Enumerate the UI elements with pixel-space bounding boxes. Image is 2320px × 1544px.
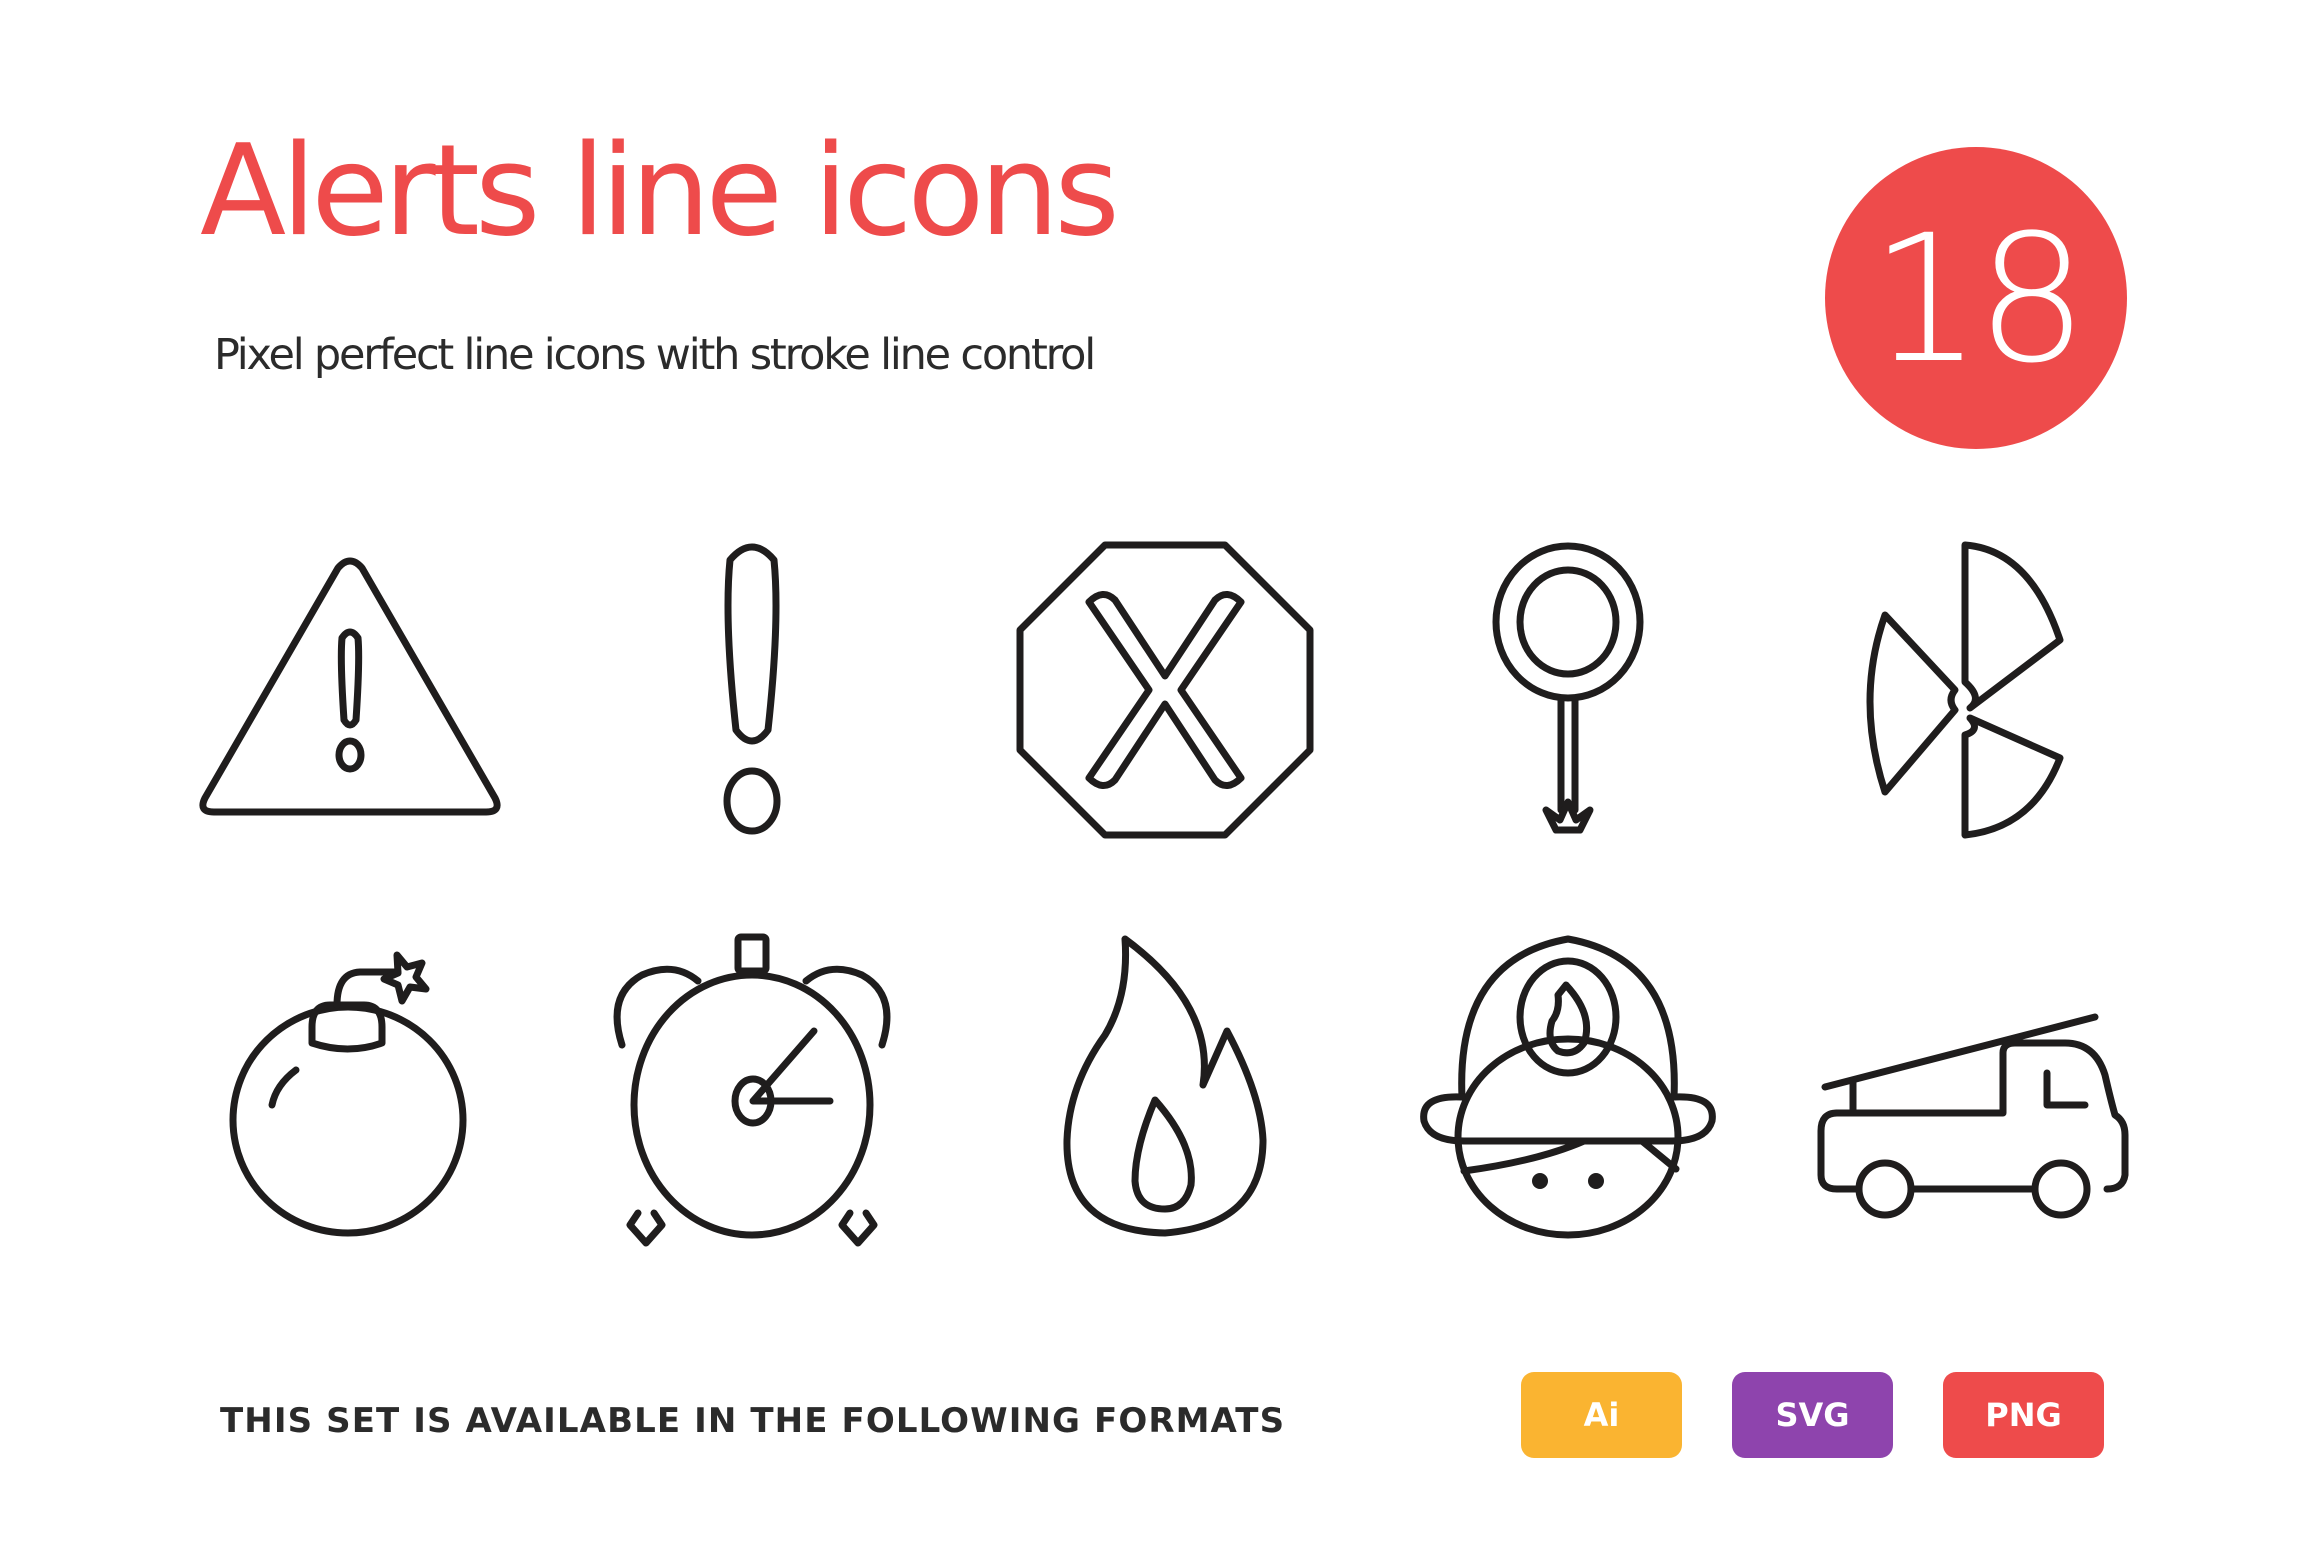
bomb-icon (188, 925, 508, 1245)
exclamation-mark-icon (592, 530, 912, 850)
format-badge-ai[interactable]: Ai (1521, 1372, 1682, 1458)
fire-truck-icon (1815, 925, 2135, 1245)
format-badge-png[interactable]: PNG (1943, 1372, 2104, 1458)
warning-triangle-icon (190, 530, 510, 850)
stop-x-octagon-icon (1005, 530, 1325, 850)
icon-count-badge: 18 (1825, 147, 2127, 449)
format-badge-svg-label: SVG (1775, 1396, 1850, 1434)
format-badge-svg[interactable]: SVG (1732, 1372, 1893, 1458)
format-badge-ai-label: Ai (1583, 1396, 1620, 1434)
format-badge-png-label: PNG (1985, 1396, 2062, 1434)
alarm-clock-icon (592, 925, 912, 1247)
radiation-icon (1815, 530, 2135, 850)
icon-count-value: 18 (1870, 197, 2088, 402)
page-subtitle: Pixel perfect line icons with stroke lin… (214, 330, 1096, 380)
page-title: Alerts line icons (200, 117, 1120, 264)
signal-paddle-icon (1408, 530, 1728, 850)
firefighter-icon (1408, 925, 1728, 1245)
fire-flame-icon (1005, 925, 1325, 1245)
formats-caption: THIS SET IS AVAILABLE IN THE FOLLOWING F… (220, 1401, 1286, 1441)
